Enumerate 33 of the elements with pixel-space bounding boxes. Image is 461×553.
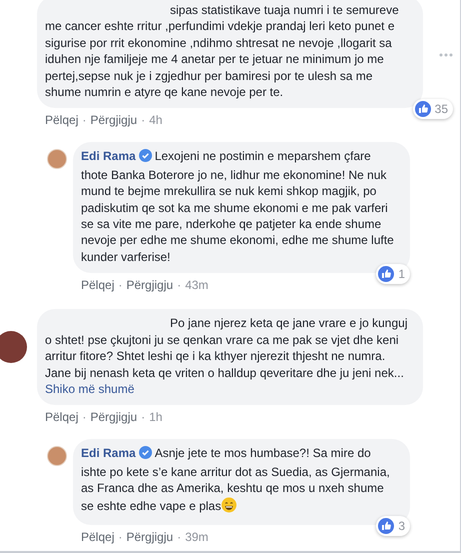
comment-text: sipas statistikave tuaja numri i te semureve me cancer eshte rritur ,perfundimi vdekje prandaj leri keto punet e sigurise por rrit ekonomine ,ndihmo shtresat ne nevoje ,llogarit sa iduhen nje familjeje me 4 anetar per te jetuar ne minimum jo me pertej,sepse nuk je i zgjedhur per bamiresi por te ulesh sa me shume numrin e atyre qe kane nevoje per te. [45,2,400,100]
separator-dot: · [177,277,182,294]
like-link[interactable]: Pëlqej [45,409,78,426]
separator-dot: · [177,528,182,545]
comment-text: Edi Rama Lexojeni ne postimin e meparshem çfare thote Banka Boterore jo ne, lidhur me ekonomine! Ne nuk mund te bejme mrekullira se nuk kemi shkop magjik, po padiskutim qe sot ka me shume ekonomi e me pak varferi se sa vite me pare, nderkohe qe patjeter ka ende shume nevoje per edhe me shume ekonomi, edhe me shume lufte kunder varferise! [81,148,394,266]
separator-dot: · [118,528,122,545]
timestamp[interactable]: 39m [185,528,208,545]
separator-dot: · [82,112,86,128]
reaction-count[interactable]: 35 [412,99,453,120]
like-link[interactable]: Pëlqej [45,112,78,128]
reply-link[interactable]: Përgjigju [90,112,138,128]
timestamp[interactable]: 43m [185,277,208,294]
thumbs-up-icon [378,518,394,534]
thumbs-up-icon [378,266,394,282]
more-options-icon[interactable] [439,53,453,58]
reaction-count[interactable]: 3 [376,516,410,536]
reaction-count[interactable]: 1 [376,264,410,284]
like-link[interactable]: Pëlqej [81,277,114,294]
reply-link[interactable]: Përgjigju [126,277,174,294]
separator-dot: · [82,409,86,426]
timestamp[interactable]: 4h [149,112,162,128]
avatar[interactable] [0,331,27,364]
separator-dot: · [141,409,146,426]
comment-text: Po jane njerez keta qe jane vrare e jo kunguj o shtet! pse çkujtoni ju se qenkan vrare ca me pak se vjet dhe keni arritur fitore? Shtet leshi qe i ka kthyer njerezit thjesht ne numra. Jane bij nenash keta qe vriten o halldup qeveritare dhe ju jeni nek... Shiko më shumë [45,315,408,398]
comment-text: Edi Rama Asnje jete te mos humbase?! Sa mire do ishte po kete s’e kane arritur dot as Suedia, as Gjermania, as Franca dhe as Amerika, keshtu qe mos u nxeh shume se eshte edhe vape e plas [81,445,391,515]
timestamp[interactable]: 1h [149,409,162,426]
thumbs-up-icon [414,101,431,118]
separator-dot: · [118,277,122,294]
reply-link[interactable]: Përgjigju [90,409,138,426]
like-link[interactable]: Pëlqej [81,528,114,545]
see-more-link[interactable]: Shiko më shumë [45,382,134,396]
separator-dot: · [141,112,146,128]
reply-link[interactable]: Përgjigju [126,528,174,545]
